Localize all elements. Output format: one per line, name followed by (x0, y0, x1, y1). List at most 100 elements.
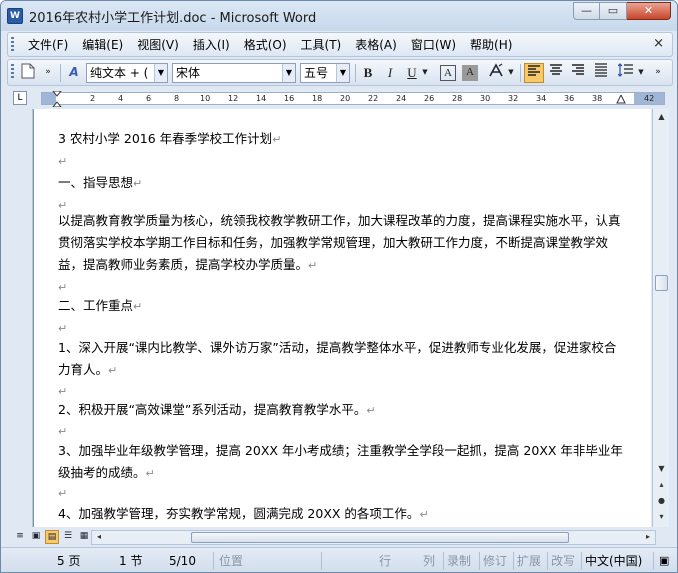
paragraph[interactable]: ↵ (58, 482, 624, 505)
paragraph[interactable]: 3、加强毕业年级教学管理，提高 20XX 年小考成绩；注重教学全学段一起抓，提高… (58, 440, 624, 485)
formatting-toolbar: » A 纯文本 + ( ▼ 宋体 ▼ 五号 ▼ B I U ▼ A A ▼ ▼ … (7, 59, 673, 86)
word-app-icon[interactable]: W (7, 8, 23, 24)
justify-icon[interactable] (591, 63, 611, 83)
align-center-icon[interactable] (546, 63, 566, 83)
ruler-number: 24 (396, 94, 407, 103)
horizontal-ruler[interactable]: 2 4 6 8 10 12 14 16 18 20 22 24 26 28 30… (41, 91, 665, 107)
paragraph-mark-icon: ↵ (58, 322, 68, 335)
menu-view[interactable]: 视图(V) (131, 37, 187, 53)
web-layout-view-icon[interactable]: ▣ (29, 530, 43, 544)
reading-layout-view-icon[interactable]: ▦ (77, 530, 91, 544)
paragraph-mark-icon: ↵ (419, 508, 429, 521)
status-rec[interactable]: 录制 (447, 553, 471, 569)
paragraph-mark-icon: ↵ (133, 177, 143, 190)
previous-page-icon[interactable]: ▴ (653, 477, 670, 493)
outline-view-icon[interactable]: ☰ (61, 530, 75, 544)
vertical-ruler[interactable] (7, 109, 33, 527)
status-column[interactable]: 列 (423, 553, 435, 569)
print-layout-view-icon[interactable]: ▤ (45, 530, 59, 544)
status-ext[interactable]: 扩展 (517, 553, 541, 569)
paragraph[interactable]: ↵ (58, 150, 624, 173)
maximize-button[interactable]: ▭ (600, 2, 627, 20)
style-dropdown[interactable]: 纯文本 + ( ▼ (86, 63, 168, 83)
font-dropdown[interactable]: 宋体 ▼ (172, 63, 296, 83)
scroll-down-icon[interactable]: ▼ (653, 461, 670, 477)
document-close-button[interactable]: × (653, 36, 664, 51)
align-right-icon[interactable] (568, 63, 588, 83)
select-browse-object-icon[interactable]: ● (653, 493, 670, 509)
chevron-down-icon[interactable]: ▼ (282, 64, 295, 82)
bold-icon[interactable]: B (358, 63, 378, 83)
close-button[interactable]: ✕ (627, 2, 671, 20)
tab-selector[interactable]: L (13, 91, 27, 105)
paragraph[interactable]: 2、积极开展“高效课堂”系列活动，提高教育教学水平。↵ (58, 399, 624, 422)
document-area: 3 农村小学 2016 年春季学校工作计划↵ ↵ 一、指导思想↵ ↵ 以提高教育… (7, 109, 651, 527)
indent-marker-icon[interactable] (52, 91, 62, 107)
toolbar-separator (520, 64, 521, 82)
styles-icon[interactable]: A (64, 63, 84, 83)
chevron-down-icon[interactable]: ▼ (506, 63, 516, 83)
menu-tools[interactable]: 工具(T) (295, 37, 350, 53)
normal-view-icon[interactable]: ≡ (13, 530, 27, 544)
paragraph[interactable]: 4、加强教学管理，夯实教学常规，圆满完成 20XX 的各项工作。↵ (58, 503, 624, 526)
chevron-down-icon[interactable]: ▼ (336, 64, 349, 82)
toolbar-overflow-icon[interactable]: » (38, 63, 58, 83)
status-page-of[interactable]: 5/10 (169, 553, 196, 569)
vertical-scroll-thumb[interactable] (655, 275, 668, 291)
line-spacing-icon[interactable] (616, 63, 636, 83)
menu-table[interactable]: 表格(A) (349, 37, 405, 53)
status-position[interactable]: 位置 (219, 553, 243, 569)
window-controls: — ▭ ✕ (573, 2, 671, 20)
menubar-grip-icon[interactable] (11, 37, 14, 52)
toolbar-overflow-icon[interactable]: » (652, 63, 664, 83)
vertical-scrollbar[interactable]: ▲ ▼ ▴ ● ▾ (652, 109, 669, 527)
heading-guiding-ideology[interactable]: 一、指导思想↵ (58, 172, 624, 195)
menu-insert[interactable]: 插入(I) (187, 37, 238, 53)
scroll-right-icon[interactable]: ▸ (641, 530, 655, 544)
paragraph-mark-icon: ↵ (58, 487, 68, 500)
menu-items: 文件(F) 编辑(E) 视图(V) 插入(I) 格式(O) 工具(T) 表格(A… (22, 37, 520, 53)
status-trk[interactable]: 修订 (483, 553, 507, 569)
menu-help[interactable]: 帮助(H) (464, 37, 520, 53)
chevron-down-icon[interactable]: ▼ (636, 63, 646, 83)
align-left-icon[interactable] (524, 63, 544, 83)
font-size-dropdown[interactable]: 五号 ▼ (300, 63, 350, 83)
chevron-down-icon[interactable]: ▼ (420, 63, 430, 83)
document-page[interactable]: 3 农村小学 2016 年春季学校工作计划↵ ↵ 一、指导思想↵ ↵ 以提高教育… (33, 109, 651, 527)
heading-work-focus[interactable]: 二、工作重点↵ (58, 295, 624, 318)
toolbar-grip-icon[interactable] (11, 64, 14, 79)
menu-format[interactable]: 格式(O) (238, 37, 295, 53)
status-line[interactable]: 行 (379, 553, 391, 569)
view-and-hscroll-row: ≡ ▣ ▤ ☰ ▦ ◂ ▸ (7, 529, 673, 546)
underline-icon[interactable]: U (402, 63, 422, 83)
next-page-icon[interactable]: ▾ (653, 509, 670, 525)
menu-file[interactable]: 文件(F) (22, 37, 76, 53)
horizontal-scroll-thumb[interactable] (191, 532, 569, 543)
paragraph[interactable]: 1、深入开展“课内比教学、课外访万家”活动，提高教学整体水平，促进教师专业化发展… (58, 337, 624, 382)
status-page[interactable]: 5 页 (57, 553, 80, 569)
status-ovr[interactable]: 改写 (551, 553, 575, 569)
spelling-status-icon[interactable]: ▣ (659, 553, 669, 569)
chevron-down-icon[interactable]: ▼ (154, 64, 167, 82)
status-language[interactable]: 中文(中国) (585, 553, 642, 569)
horizontal-scrollbar[interactable]: ◂ ▸ (91, 530, 656, 545)
ruler-row: L 2 4 6 8 10 12 14 16 18 20 22 24 26 28 … (7, 89, 673, 108)
char-shading-icon[interactable]: A (462, 65, 478, 81)
minimize-button[interactable]: — (573, 2, 600, 20)
right-indent-marker-icon[interactable] (616, 95, 626, 104)
scroll-up-icon[interactable]: ▲ (653, 109, 670, 125)
status-separator (581, 552, 582, 570)
ruler-number: 36 (564, 94, 575, 103)
status-section[interactable]: 1 节 (119, 553, 142, 569)
highlight-icon[interactable] (486, 63, 506, 83)
menu-edit[interactable]: 编辑(E) (76, 37, 131, 53)
paragraph[interactable]: 以提高教育教学质量为核心，统领我校教学教研工作，加大课程改革的力度，提高课程实施… (58, 210, 624, 277)
paragraph[interactable]: 3 农村小学 2016 年春季学校工作计划↵ (58, 128, 624, 151)
scroll-left-icon[interactable]: ◂ (92, 530, 106, 544)
ruler-number: 18 (312, 94, 323, 103)
menu-window[interactable]: 窗口(W) (405, 37, 464, 53)
ruler-number: 12 (228, 94, 239, 103)
new-document-icon[interactable] (18, 63, 38, 83)
char-border-icon[interactable]: A (440, 65, 456, 81)
italic-icon[interactable]: I (380, 63, 400, 83)
